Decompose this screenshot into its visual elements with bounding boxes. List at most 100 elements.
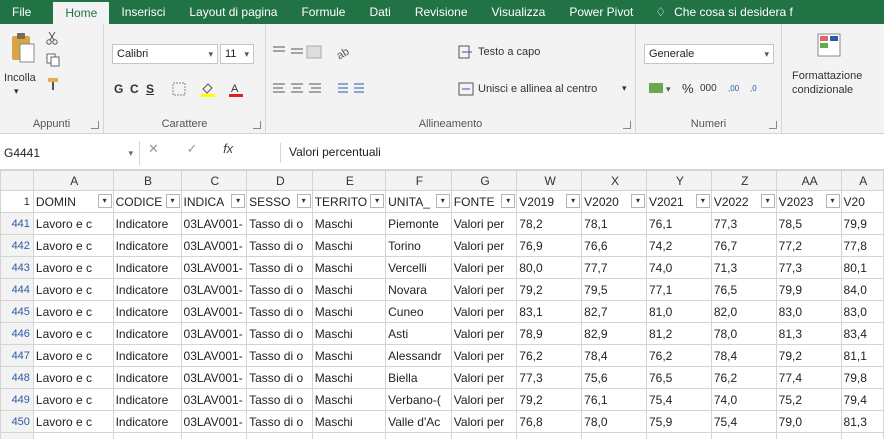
borders-icon[interactable]	[170, 80, 188, 98]
cell[interactable]: 79,0	[775, 432, 842, 439]
cell[interactable]: Indicatore	[112, 256, 182, 279]
horizontal-align-icons[interactable]	[270, 78, 326, 98]
underline-button[interactable]: S	[146, 82, 154, 96]
filter-dropdown-icon[interactable]: ▾	[695, 194, 710, 208]
cell[interactable]: Maschi	[311, 322, 387, 345]
cell[interactable]: Piemonte	[385, 212, 452, 235]
cell[interactable]: 76,5	[645, 366, 712, 389]
cell[interactable]: 03LAV001-	[180, 234, 248, 257]
cell[interactable]: 75,4	[645, 388, 712, 411]
cell[interactable]: Aosta	[385, 432, 452, 439]
top-align-icons[interactable]	[270, 42, 326, 62]
cell[interactable]: Lavoro e c	[32, 366, 114, 389]
row-number[interactable]: 444	[0, 278, 34, 301]
cell[interactable]: Valori per	[450, 322, 518, 345]
cell[interactable]: 76,7	[710, 234, 777, 257]
conditional-formatting-icon[interactable]	[814, 30, 844, 60]
cell[interactable]: 76,6	[581, 234, 647, 257]
header-cell[interactable]: DOMIN ▾	[32, 190, 114, 213]
formula-input[interactable]: Valori percentuali	[280, 143, 381, 163]
filter-active-icon[interactable]: ▾	[97, 194, 112, 208]
merge-center-label[interactable]: Unisci e allinea al centro	[478, 83, 597, 95]
cell[interactable]: Indicatore	[112, 234, 182, 257]
number-launcher-icon[interactable]	[769, 121, 777, 129]
row-number[interactable]: 441	[0, 212, 34, 235]
cell[interactable]: Tasso di o	[246, 256, 313, 279]
cell[interactable]: Valori per	[450, 278, 518, 301]
filter-dropdown-icon[interactable]: ▾	[825, 194, 840, 208]
cell[interactable]: Maschi	[311, 212, 387, 235]
italic-button[interactable]: C	[130, 82, 139, 96]
font-launcher-icon[interactable]	[253, 121, 261, 129]
cell[interactable]: Tasso di o	[246, 322, 313, 345]
header-cell[interactable]: V2023 ▾	[775, 190, 842, 213]
fill-color-icon[interactable]	[198, 80, 218, 98]
column-header[interactable]: Z	[710, 170, 777, 191]
cell[interactable]: 81,3	[840, 410, 884, 433]
header-cell[interactable]: V2019 ▾	[516, 190, 583, 213]
cell[interactable]: Asti	[385, 322, 452, 345]
cell[interactable]: Indicatore	[112, 366, 182, 389]
cell[interactable]: Lavoro e c	[32, 344, 114, 367]
cell[interactable]: Tasso di o	[246, 344, 313, 367]
cell[interactable]: Valori per	[450, 432, 518, 439]
cell[interactable]: 78,0	[581, 432, 647, 439]
header-cell[interactable]: V20	[840, 190, 884, 213]
header-cell[interactable]: SESSO ▾	[246, 190, 313, 213]
cell[interactable]: 80,0	[516, 256, 583, 279]
cell[interactable]: Lavoro e c	[32, 234, 114, 257]
row-number[interactable]: 447	[0, 344, 34, 367]
cell[interactable]: 79,8	[840, 366, 884, 389]
cell[interactable]: 81,1	[840, 344, 884, 367]
cell[interactable]: 03LAV001-	[180, 256, 248, 279]
cell[interactable]: Torino	[385, 234, 452, 257]
column-header[interactable]: E	[311, 170, 387, 191]
header-cell[interactable]: UNITA_ ▾	[385, 190, 452, 213]
conditional-formatting-label-2[interactable]: condizionale	[792, 84, 853, 96]
filter-dropdown-icon[interactable]: ▾	[630, 194, 645, 208]
cell[interactable]: 75,2	[775, 388, 842, 411]
cell[interactable]: Indicatore	[112, 300, 182, 323]
filter-dropdown-icon[interactable]: ▾	[566, 194, 581, 208]
cell[interactable]: Maschi	[311, 388, 387, 411]
cell[interactable]: Valori per	[450, 300, 518, 323]
cell[interactable]: 76,8	[516, 410, 583, 433]
clipboard-launcher-icon[interactable]	[91, 121, 99, 129]
cancel-icon[interactable]: ✕	[148, 141, 159, 156]
cell[interactable]: Tasso di o	[246, 278, 313, 301]
tab-home[interactable]: Home	[53, 2, 110, 24]
cell[interactable]: 75,4	[710, 410, 777, 433]
cell[interactable]: 03LAV001-	[180, 432, 248, 439]
cell[interactable]: 84,0	[840, 278, 884, 301]
cell[interactable]: 76,1	[581, 388, 647, 411]
cell[interactable]: 77,2	[775, 234, 842, 257]
cell[interactable]: Tasso di o	[246, 234, 313, 257]
increase-decimal-icon[interactable]: ,00	[726, 78, 748, 98]
cell[interactable]: 74,2	[645, 234, 712, 257]
cell[interactable]: 03LAV001-	[180, 410, 248, 433]
cell[interactable]: 82,0	[710, 300, 777, 323]
tab-formule[interactable]: Formule	[289, 0, 357, 24]
wrap-text-icon[interactable]	[456, 42, 476, 62]
wrap-text-label[interactable]: Testo a capo	[478, 46, 540, 58]
cell[interactable]: 03LAV001-	[180, 300, 248, 323]
conditional-formatting-label[interactable]: Formattazione	[792, 70, 862, 82]
filter-dropdown-icon[interactable]: ▾	[165, 194, 180, 208]
cell[interactable]: 76,5	[710, 278, 777, 301]
cell[interactable]: 81,2	[645, 322, 712, 345]
cell[interactable]: 83,4	[840, 322, 884, 345]
merge-chevron-icon[interactable]: ▾	[622, 83, 627, 94]
cell[interactable]: 81,3	[840, 432, 884, 439]
cell[interactable]: Indicatore	[112, 212, 182, 235]
cell[interactable]: 74,0	[710, 388, 777, 411]
row-number[interactable]: 1	[0, 190, 34, 213]
paste-chevron-icon[interactable]: ▾	[14, 86, 19, 97]
tab-revisione[interactable]: Revisione	[403, 0, 480, 24]
cell[interactable]: Valori per	[450, 256, 518, 279]
cell[interactable]: Indicatore	[112, 278, 182, 301]
tab-file[interactable]: File	[0, 0, 53, 24]
cell[interactable]: Lavoro e c	[32, 256, 114, 279]
cell[interactable]: Maschi	[311, 256, 387, 279]
row-number[interactable]: 442	[0, 234, 34, 257]
cell[interactable]: Valori per	[450, 234, 518, 257]
